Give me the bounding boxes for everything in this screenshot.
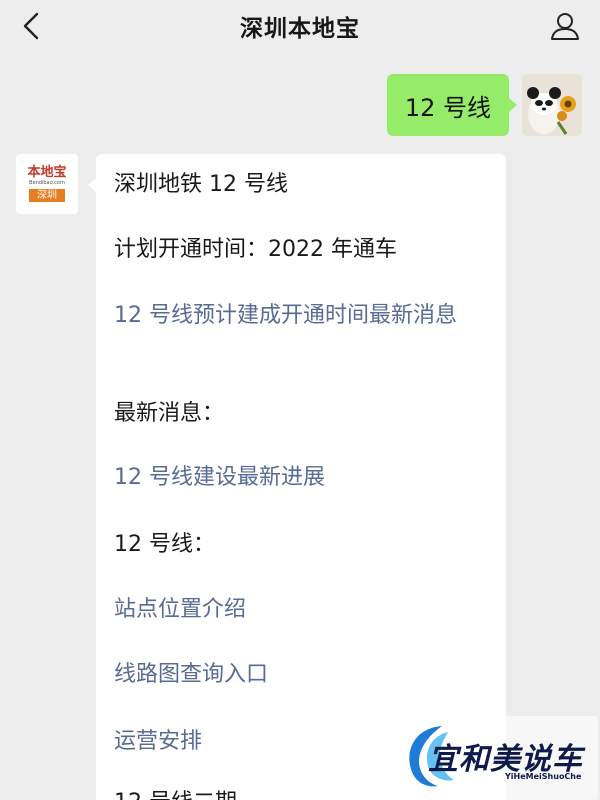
watermark-subtext: YiHeMeiShuoChe [505,772,582,781]
logo-title: 本地宝 [27,165,67,180]
panda-avatar-icon [522,74,582,136]
watermark: 宜和美说车 YiHeMeiShuoChe [398,716,598,800]
chat-title: 深圳本地宝 [240,16,360,42]
logo-url: Bendibao.com [29,180,65,186]
link-construction-progress[interactable]: 12 号线建设最新进展 [114,462,494,494]
official-account-avatar[interactable]: 本地宝 Bendibao.com 深圳 [16,154,78,214]
chevron-left-icon [23,12,39,40]
back-button[interactable] [14,8,48,44]
chat-header: 深圳本地宝 [0,0,600,52]
profile-button[interactable] [548,8,582,44]
link-opening-time-news[interactable]: 12 号线预计建成开通时间最新消息 [114,300,494,332]
logo-city: 深圳 [29,189,65,202]
message-line-6: 12 号线： [114,532,215,557]
incoming-bubble: 深圳地铁 12 号线 计划开通时间：2022 年通车 12 号线预计建成开通时间… [88,154,506,800]
outgoing-bubble[interactable]: 12 号线 [386,74,518,136]
link-station-locations[interactable]: 站点位置介绍 [114,594,494,626]
message-line-4: 最新消息： [114,401,225,426]
link-route-map[interactable]: 线路图查询入口 [114,659,494,691]
user-avatar[interactable] [522,74,582,136]
outgoing-message: 12 号线 [386,74,582,136]
person-icon [551,13,579,40]
chat-screen: 深圳本地宝 12 号线 本地宝 Bendibao.com 深圳 深圳地铁 12 … [0,0,600,800]
message-line-2: 计划开通时间：2022 年通车 [114,237,397,262]
message-line-1: 深圳地铁 12 号线 [114,172,288,197]
